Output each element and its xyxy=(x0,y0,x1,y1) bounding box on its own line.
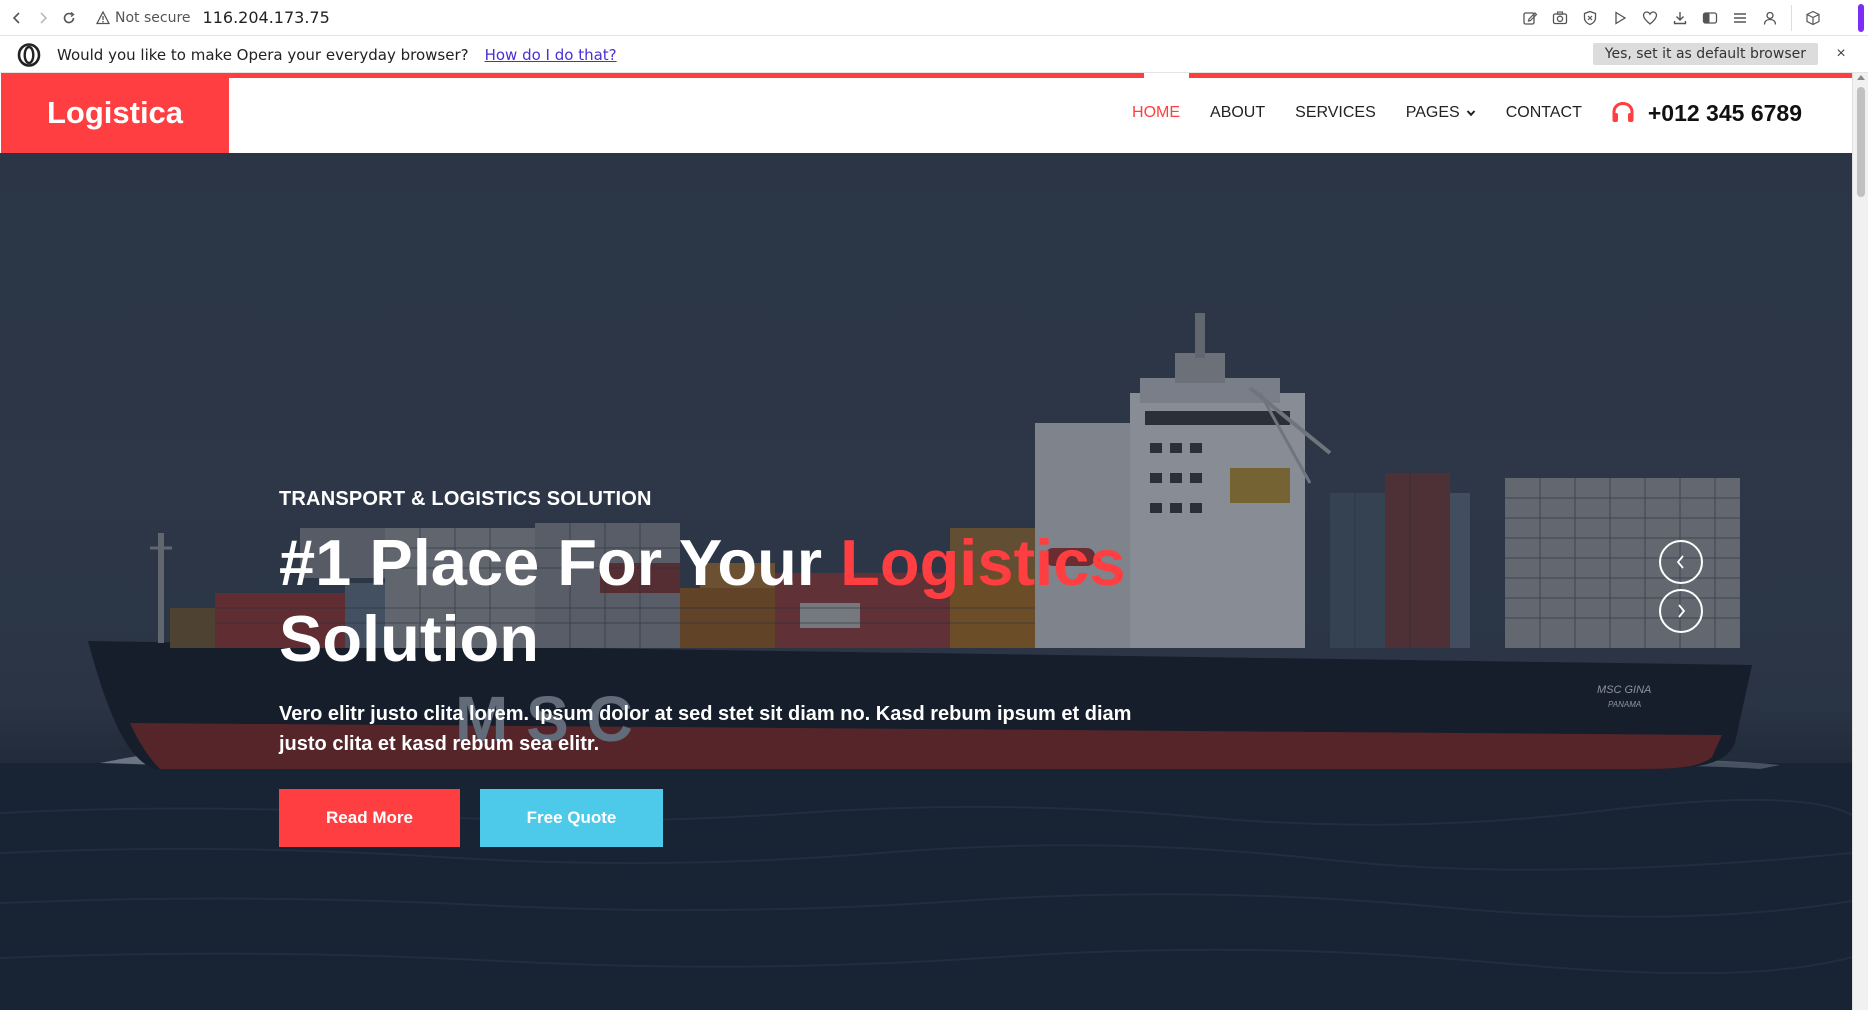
hero-title-accent: Logistics xyxy=(840,526,1126,599)
edit-icon[interactable] xyxy=(1515,3,1545,33)
chevron-down-icon xyxy=(1466,110,1475,117)
heart-icon[interactable] xyxy=(1635,3,1665,33)
page-viewport: Logistica HOME ABOUT SERVICES PAGES CONT… xyxy=(0,73,1868,1010)
nav-item-pages-label: PAGES xyxy=(1405,104,1460,121)
scroll-up-arrow-icon[interactable] xyxy=(1857,75,1865,80)
not-secure-label: Not secure xyxy=(115,9,191,26)
toolbar-divider xyxy=(1791,5,1792,31)
camera-icon[interactable] xyxy=(1545,3,1575,33)
scrollbar-thumb[interactable] xyxy=(1857,87,1865,197)
phone-contact[interactable]: +012 345 6789 xyxy=(1610,100,1802,127)
close-icon[interactable]: × xyxy=(1830,43,1852,65)
play-icon[interactable] xyxy=(1605,3,1635,33)
menu-lines-icon[interactable] xyxy=(1725,3,1755,33)
extension-cube-icon[interactable] xyxy=(1798,3,1828,33)
nav-item-pages[interactable]: PAGES xyxy=(1406,104,1476,122)
opera-sidebar-accent xyxy=(1858,4,1864,32)
url-text[interactable]: 116.204.173.75 xyxy=(203,8,330,27)
main-menu: HOME ABOUT SERVICES PAGES CONTACT +012 3… xyxy=(1102,73,1802,153)
site-navbar: Logistica HOME ABOUT SERVICES PAGES CONT… xyxy=(0,73,1852,153)
browser-toolbar-icons xyxy=(1515,0,1828,36)
warning-icon xyxy=(96,10,110,24)
chevron-left-icon xyxy=(12,11,20,24)
nav-item-contact[interactable]: CONTACT xyxy=(1506,104,1582,122)
nav-accent-line-left xyxy=(228,73,1144,78)
nav-item-home[interactable]: HOME xyxy=(1132,104,1180,122)
phone-number: +012 345 6789 xyxy=(1647,99,1802,126)
hero-title: #1 Place For Your Logistics Solution xyxy=(279,525,1179,677)
hero-content: TRANSPORT & LOGISTICS SOLUTION #1 Place … xyxy=(279,488,1179,847)
sidebar-toggle-icon[interactable] xyxy=(1695,3,1725,33)
opera-question: Would you like to make Opera your everyd… xyxy=(57,45,469,64)
carousel-next-button[interactable] xyxy=(1659,589,1703,633)
hero-tagline: TRANSPORT & LOGISTICS SOLUTION xyxy=(279,488,652,510)
read-more-button[interactable]: Read More xyxy=(279,789,460,847)
address-bar[interactable]: Not secure 116.204.173.75 xyxy=(96,8,330,27)
hero-carousel: M S C MSC GINA PANAMA TRANSPORT & LOGIST… xyxy=(0,153,1852,1010)
chevron-left-icon xyxy=(1676,555,1684,569)
browser-toolbar: Not secure 116.204.173.75 xyxy=(0,0,1868,36)
forward-button[interactable] xyxy=(30,5,56,31)
carousel-prev-button[interactable] xyxy=(1659,540,1703,584)
headset-icon xyxy=(1612,101,1634,122)
opera-how-link[interactable]: How do I do that? xyxy=(485,46,617,64)
chevron-right-icon xyxy=(1678,604,1686,618)
page-scrollbar[interactable] xyxy=(1852,73,1868,1010)
back-button[interactable] xyxy=(4,5,30,31)
download-icon[interactable] xyxy=(1665,3,1695,33)
brand-name: Logistica xyxy=(46,95,184,130)
nav-item-services[interactable]: SERVICES xyxy=(1295,104,1376,122)
hero-title-start: #1 Place For Your xyxy=(279,526,841,599)
profile-icon[interactable] xyxy=(1755,3,1785,33)
shield-icon[interactable] xyxy=(1575,3,1605,33)
reload-button[interactable] xyxy=(56,5,82,31)
nav-item-about[interactable]: ABOUT xyxy=(1210,104,1265,122)
brand-logo[interactable]: Logistica xyxy=(1,73,229,153)
hero-description: Vero elitr justo clita lorem. Ipsum dolo… xyxy=(279,703,1132,755)
opera-logo-icon xyxy=(17,42,41,67)
free-quote-button[interactable]: Free Quote xyxy=(480,789,663,847)
hero-buttons: Read More Free Quote xyxy=(279,789,1179,847)
reload-icon xyxy=(63,11,75,23)
set-default-button[interactable]: Yes, set it as default browser xyxy=(1592,43,1818,65)
opera-default-bar: Would you like to make Opera your everyd… xyxy=(0,37,1868,73)
hero-title-end: Solution xyxy=(279,602,539,675)
chevron-right-icon xyxy=(40,11,48,24)
